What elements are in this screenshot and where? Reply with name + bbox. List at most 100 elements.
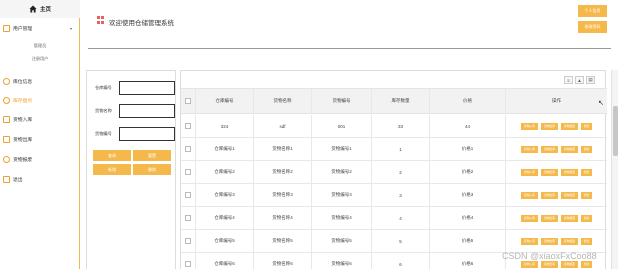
table-cell: 货物名称5 [253,230,311,252]
goods-code-row: 货物编号 [95,127,175,141]
print-icon[interactable]: ▤ [586,76,595,84]
edit-action-button[interactable]: 修改 [581,237,592,245]
row-checkbox[interactable] [185,261,191,267]
scrap-action-button[interactable]: 货物报废 [561,122,578,130]
search-panel: 仓库编号 货物名称 货物编号 查询 重置 新增 删除 [86,70,176,269]
row-checkbox[interactable] [185,215,191,221]
outbound-action-button[interactable]: 货物出库 [541,168,558,176]
sidebar-item-goods-scrap[interactable]: 货物报废 [0,152,80,166]
outbound-action-button[interactable]: 货物出库 [541,237,558,245]
sidebar-item-location-info[interactable]: 库位信息 [0,74,80,88]
table-cell: 货物名称1 [253,138,311,160]
sidebar-item-inventory-check[interactable]: 库存盘点 [0,93,80,107]
table-cell: 货物名称6 [253,253,311,269]
inbound-action-button[interactable]: 货物入库 [521,168,538,176]
row-checkbox[interactable] [185,192,191,198]
edit-action-button[interactable]: 修改 [581,214,592,222]
inbound-action-button[interactable]: 货物入库 [521,145,538,153]
outbound-action-button[interactable]: 货物出库 [541,145,558,153]
scrap-action-button[interactable]: 货物报废 [561,260,578,268]
row-checkbox[interactable] [185,238,191,244]
actions-cell: 货物入库 货物出库 货物报废 修改 [505,184,607,206]
sidebar-item-logout[interactable]: 退出 [0,172,80,186]
column-header[interactable]: 库存数量 [371,89,429,113]
outbound-action-button[interactable]: 货物出库 [541,122,558,130]
change-password-button[interactable]: 修改密码 [578,21,607,33]
column-header[interactable]: 价格 [429,89,505,113]
column-header[interactable]: 货物编号 [311,89,371,113]
goods-name-input[interactable] [119,104,175,118]
row-select-cell [181,184,195,206]
circle-icon [3,155,10,163]
sidebar-item-label: 货物出库 [13,137,33,143]
page-title: 欢迎使用仓储管理系统 [109,20,174,27]
sidebar-subitem-registered-users[interactable]: 注册用户 [0,56,80,62]
reset-button[interactable]: 重置 [133,150,171,161]
personal-info-button[interactable]: 个人信息 [578,5,607,17]
table-row: 324 sdf 001 33 44 货物入库 货物出库 货物报废 修改 [181,115,607,138]
table-row: 仓库编号5 货物名称5 货物编号5 5 价格5 货物入库 货物出库 货物报废 修改 [181,230,607,253]
box-icon [3,135,10,143]
sidebar-home[interactable]: 主页 [0,0,80,18]
row-checkbox[interactable] [185,169,191,175]
scrap-action-button[interactable]: 货物报废 [561,214,578,222]
scrap-action-button[interactable]: 货物报废 [561,168,578,176]
grid-icon [97,16,105,24]
scrap-action-button[interactable]: 货物报废 [561,191,578,199]
inbound-action-button[interactable]: 货物入库 [521,122,538,130]
outbound-action-button[interactable]: 货物出库 [541,191,558,199]
add-button[interactable]: 新增 [93,164,131,175]
actions-cell: 货物入库 货物出库 货物报废 修改 [505,207,607,229]
row-select-cell [181,207,195,229]
table-cell: 货物名称2 [253,161,311,183]
select-all-checkbox[interactable] [185,98,191,104]
goods-code-input[interactable] [119,127,175,141]
vertical-scrollbar[interactable] [611,70,618,269]
scrap-action-button[interactable]: 货物报废 [561,145,578,153]
table-cell: 货物编号2 [311,161,371,183]
header-divider [88,48,611,49]
export-icon[interactable]: ▲ [575,76,584,84]
edit-action-button[interactable]: 修改 [581,145,592,153]
actions-cell: 货物入库 货物出库 货物报废 修改 [505,138,607,160]
sidebar-item-goods-inbound[interactable]: 货物入库 [0,112,80,126]
scrollbar-thumb[interactable] [613,106,618,156]
delete-button[interactable]: 删除 [133,164,171,175]
column-header[interactable]: 仓库编号 [195,89,253,113]
table-row: 仓库编号4 货物名称4 货物编号4 4 价格4 货物入库 货物出库 货物报废 修改 [181,207,607,230]
column-filter-icon[interactable]: ≡ [564,76,573,84]
sidebar-item-label: 库位信息 [13,79,33,85]
edit-action-button[interactable]: 修改 [581,260,592,268]
goods-name-row: 货物名称 [95,104,175,118]
scrap-action-button[interactable]: 货物报废 [561,237,578,245]
table-cell: 仓库编号3 [195,184,253,206]
row-checkbox[interactable] [185,146,191,152]
edit-action-button[interactable]: 修改 [581,191,592,199]
table-cell: 价格1 [429,138,505,160]
sidebar-subitem-admin[interactable]: 管理员 [0,43,80,49]
row-checkbox[interactable] [185,123,191,129]
column-header[interactable]: 货物名称 [253,89,311,113]
sidebar-item-goods-outbound[interactable]: 货物出库 [0,132,80,146]
table-cell: 仓库编号5 [195,230,253,252]
query-button[interactable]: 查询 [93,150,131,161]
warehouse-id-input[interactable] [119,81,175,95]
sidebar-item-label: 货物入库 [13,117,33,123]
table-cell: 货物编号4 [311,207,371,229]
edit-action-button[interactable]: 修改 [581,122,592,130]
table-cell: 货物编号3 [311,184,371,206]
outbound-action-button[interactable]: 货物出库 [541,260,558,268]
actions-cell: 货物入库 货物出库 货物报废 修改 [505,115,607,137]
table-cell: 仓库编号4 [195,207,253,229]
inbound-action-button[interactable]: 货物入库 [521,260,538,268]
table-cell: 货物编号6 [311,253,371,269]
table-cell: 货物名称3 [253,184,311,206]
inbound-action-button[interactable]: 货物入库 [521,214,538,222]
sidebar-item-user-management[interactable]: 用户管理 ▾ [0,21,80,35]
actions-cell: 货物入库 货物出库 货物报废 修改 [505,230,607,252]
outbound-action-button[interactable]: 货物出库 [541,214,558,222]
table-cell: 价格4 [429,207,505,229]
inbound-action-button[interactable]: 货物入库 [521,191,538,199]
edit-action-button[interactable]: 修改 [581,168,592,176]
inbound-action-button[interactable]: 货物入库 [521,237,538,245]
